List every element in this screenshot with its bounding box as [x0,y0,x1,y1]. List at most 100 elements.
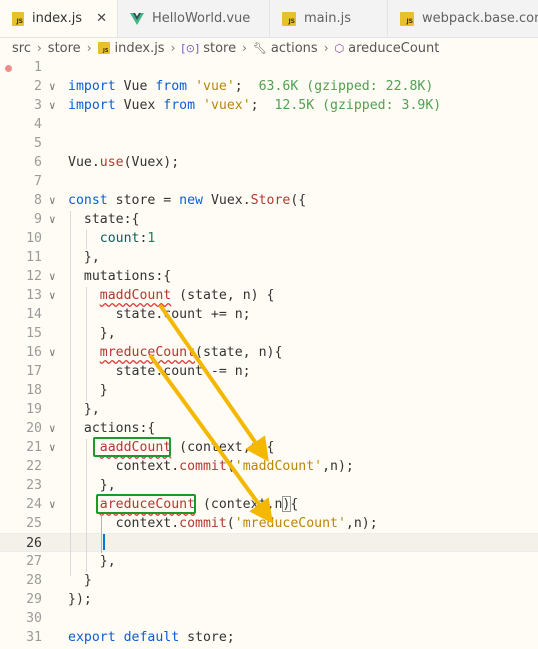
tab-label: webpack.base.conf.js [422,11,538,26]
code-line[interactable]: 30 [0,609,538,628]
fold-chevron-icon[interactable]: ∨ [49,495,61,514]
fold-chevron-icon[interactable]: ∨ [49,210,61,229]
code-text[interactable]: state.count += n; [68,305,251,324]
code-text[interactable]: import Vue from 'vue'; 63.6K (gzipped: 2… [68,77,433,96]
fold-chevron-icon[interactable]: ∨ [49,286,61,305]
breadcrumb-item-store-folder[interactable]: store [48,41,81,56]
code-line[interactable]: 24 ∨ areduceCount (context,n){ [0,495,538,514]
line-number: 26 [26,536,42,551]
code-text[interactable]: export default store; [68,628,235,647]
code-text[interactable]: }, [68,552,116,571]
code-text[interactable]: const store = new Vuex.Store({ [68,191,306,210]
code-text[interactable]: }, [68,476,116,495]
breadcrumb-item-areducecount[interactable]: areduceCount [348,41,439,56]
code-text[interactable]: state:{ [68,210,140,229]
code-line[interactable]: 16 ∨ mreduceCount(state, n){ [0,343,538,362]
line-number: 16 [26,345,42,360]
code-text[interactable] [68,534,100,553]
code-text[interactable]: } [68,571,92,590]
line-number: 15 [26,326,42,341]
code-line[interactable]: 2 ∨ import Vue from 'vue'; 63.6K (gzipped:… [0,77,538,96]
code-line[interactable]: 11 }, [0,248,538,267]
code-line[interactable]: 31 export default store; [0,628,538,647]
code-line[interactable]: 14 state.count += n; [0,305,538,324]
code-line[interactable]: 26 [0,533,538,552]
line-number: 6 [34,155,42,170]
code-text[interactable]: }, [68,248,100,267]
code-line[interactable]: 27 }, [0,552,538,571]
fold-chevron-icon[interactable]: ∨ [49,77,61,96]
text-cursor [103,534,105,550]
code-line[interactable]: 7 [0,172,538,191]
line-number: 27 [26,554,42,569]
code-text[interactable]: }, [68,324,116,343]
fold-chevron-icon[interactable]: ∨ [49,267,61,286]
line-number: 30 [26,611,42,626]
code-line[interactable]: 25 context.commit('mreduceCount',n); [0,514,538,533]
tab-main-js[interactable]: JS main.js [270,0,388,37]
code-line[interactable]: 4 [0,115,538,134]
code-line[interactable]: 3 ∨ import Vuex from 'vuex'; 12.5K (gzippe… [0,96,538,115]
fold-chevron-icon[interactable]: ∨ [49,191,61,210]
chevron-right-icon: › [86,41,92,55]
fold-chevron-icon[interactable]: ∨ [49,343,61,362]
breadcrumb-item-store-symbol[interactable]: store [203,41,236,56]
tab-label: HelloWorld.vue [152,11,251,26]
code-text[interactable]: import Vuex from 'vuex'; 12.5K (gzipped:… [68,96,441,115]
line-number: 21 [26,440,42,455]
code-line[interactable]: 8 ∨ const store = new Vuex.Store({ [0,191,538,210]
fold-chevron-icon[interactable]: ∨ [49,96,61,115]
code-line[interactable]: 5 [0,134,538,153]
code-text[interactable]: } [68,381,108,400]
code-line[interactable]: 19 }, [0,400,538,419]
tab-label: main.js [304,11,351,26]
line-number: 8 [34,193,42,208]
fold-chevron-icon[interactable]: ∨ [49,419,61,438]
code-text[interactable]: mreduceCount(state, n){ [68,343,283,362]
line-number: 5 [34,136,42,151]
breadcrumb-item-actions[interactable]: actions [271,41,318,56]
code-line[interactable]: 28 } [0,571,538,590]
code-line[interactable]: 13 ∨ maddCount (state, n) { [0,286,538,305]
indent-guide [101,515,102,553]
code-line[interactable]: 22 context.commit('maddCount',n); [0,457,538,476]
chevron-right-icon: › [170,41,176,55]
code-text[interactable]: mutations:{ [68,267,171,286]
code-line[interactable]: 10 count:1 [0,229,538,248]
indent-guide [86,287,87,401]
code-line[interactable]: 29}); [0,590,538,609]
tab-index-js[interactable]: JS index.js ✕ [0,0,118,37]
code-line[interactable]: 17 state.count -= n; [0,362,538,381]
code-line[interactable]: 18 } [0,381,538,400]
code-line[interactable]: 15 }, [0,324,538,343]
line-number: 12 [26,269,42,284]
line-number: 17 [26,364,42,379]
breadcrumb-item-src[interactable]: src [12,41,31,56]
code-line[interactable]: 9 ∨ state:{ [0,210,538,229]
code-text[interactable]: context.commit('mreduceCount',n); [68,514,378,533]
code-text[interactable]: state.count -= n; [68,362,251,381]
fold-chevron-icon[interactable]: ∨ [49,438,61,457]
code-text[interactable]: Vue.use(Vuex); [68,153,179,172]
breadcrumb-item-file[interactable]: index.js [115,41,165,56]
tab-helloworld-vue[interactable]: HelloWorld.vue [118,0,270,37]
code-line[interactable]: 1 [0,58,538,77]
code-editor[interactable]: 1 2 ∨ import Vue from 'vue'; 63.6K (gzipped… [0,58,538,649]
line-number: 22 [26,459,42,474]
close-icon[interactable]: ✕ [96,11,107,26]
js-file-icon [97,42,110,54]
code-text[interactable]: count:1 [68,229,156,248]
code-line[interactable]: 21 ∨ aaddCount (context,n){ [0,438,538,457]
code-line[interactable]: 23 }, [0,476,538,495]
tab-webpack-base-conf-js[interactable]: JS webpack.base.conf.js [388,0,538,37]
breakpoint-hint-icon[interactable] [5,65,12,72]
line-number: 10 [26,231,42,246]
code-text[interactable]: context.commit('maddCount',n); [68,457,354,476]
code-text[interactable]: actions:{ [68,419,155,438]
code-line[interactable]: 6 Vue.use(Vuex); [0,153,538,172]
code-text[interactable]: }); [68,590,92,609]
code-line[interactable]: 20 ∨ actions:{ [0,419,538,438]
code-text[interactable]: maddCount (state, n) { [68,286,275,305]
code-text[interactable]: }, [68,400,100,419]
code-line[interactable]: 12 ∨ mutations:{ [0,267,538,286]
